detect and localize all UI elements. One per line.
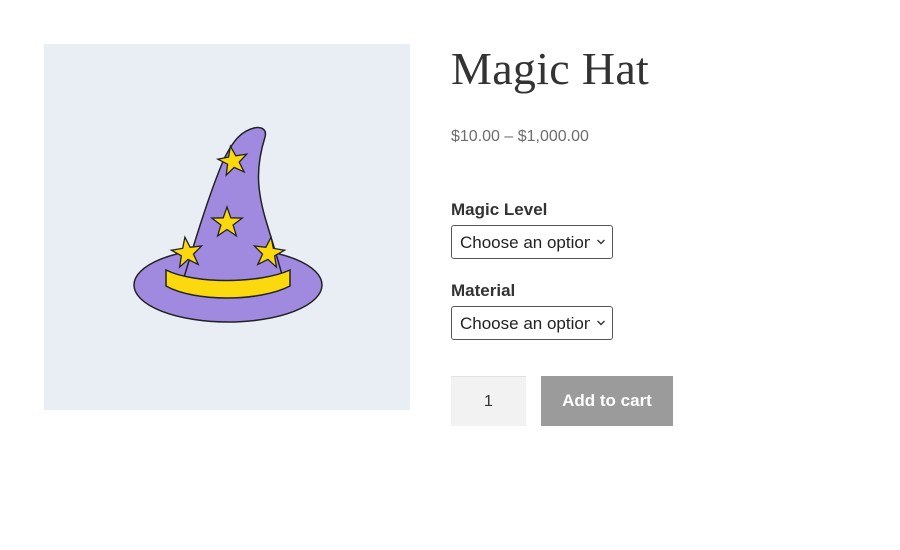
material-dropdown[interactable]: Choose an option [452, 307, 612, 339]
material-select[interactable]: Choose an option [451, 306, 613, 340]
product-image[interactable] [44, 44, 410, 410]
magic-level-select[interactable]: Choose an option [451, 225, 613, 259]
quantity-input[interactable] [451, 376, 526, 426]
wizard-hat-image [133, 126, 323, 323]
magic-level-label: Magic Level [451, 200, 548, 219]
product-title: Magic Hat [451, 43, 650, 94]
add-to-cart-button[interactable]: Add to cart [541, 376, 673, 426]
material-label: Material [451, 281, 516, 300]
price-range: $10.00 – $1,000.00 [451, 128, 589, 145]
magic-level-dropdown[interactable]: Choose an option [452, 226, 612, 258]
